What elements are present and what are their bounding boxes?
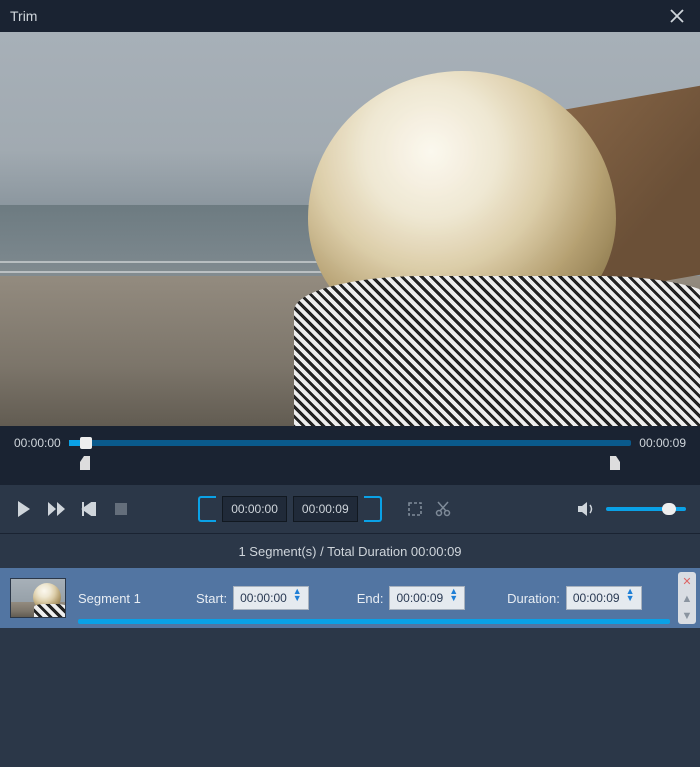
- segment-actions: ✕ ▲ ▼: [678, 572, 696, 624]
- fast-forward-icon[interactable]: [46, 498, 68, 520]
- duration-label: Duration:: [507, 591, 560, 606]
- seek-slider[interactable]: [69, 440, 632, 446]
- segment-range-bar[interactable]: [78, 619, 670, 624]
- stop-icon[interactable]: [110, 498, 132, 520]
- set-start-bracket-icon[interactable]: [198, 496, 216, 522]
- segments-empty-area: [0, 628, 700, 767]
- volume-handle[interactable]: [662, 503, 676, 515]
- chevron-down-icon[interactable]: ▼: [449, 598, 458, 605]
- time-current: 00:00:00: [14, 436, 61, 450]
- title-bar: Trim: [0, 0, 700, 32]
- volume-icon[interactable]: [576, 498, 598, 520]
- end-label: End:: [357, 591, 384, 606]
- chevron-down-icon[interactable]: ▼: [293, 598, 302, 605]
- controls-bar: 00:00:00 00:00:09: [0, 484, 700, 534]
- play-icon[interactable]: [14, 498, 36, 520]
- chevron-down-icon[interactable]: ▼: [626, 598, 635, 605]
- move-up-icon[interactable]: ▲: [682, 593, 693, 605]
- move-down-icon[interactable]: ▼: [682, 610, 693, 622]
- crop-icon[interactable]: [404, 498, 426, 520]
- split-scissors-icon[interactable]: [432, 498, 454, 520]
- set-end-bracket-icon[interactable]: [364, 496, 382, 522]
- timeline: 00:00:00 00:00:09: [0, 426, 700, 484]
- segment-row[interactable]: Segment 1 Start: 00:00:00 ▲▼ End: 00:00:…: [0, 568, 700, 628]
- video-preview[interactable]: [0, 32, 700, 426]
- bracket-start-time[interactable]: 00:00:00: [222, 496, 287, 522]
- start-label: Start:: [196, 591, 227, 606]
- close-icon[interactable]: [664, 5, 690, 27]
- window-title: Trim: [10, 8, 37, 24]
- bracket-end-time[interactable]: 00:00:09: [293, 496, 358, 522]
- next-frame-icon[interactable]: [78, 498, 100, 520]
- seek-handle[interactable]: [80, 437, 92, 449]
- segments-summary: 1 Segment(s) / Total Duration 00:00:09: [0, 534, 700, 568]
- duration-time-field[interactable]: 00:00:09 ▲▼: [566, 586, 642, 610]
- start-time-field[interactable]: 00:00:00 ▲▼: [233, 586, 309, 610]
- trim-end-handle[interactable]: [610, 456, 620, 470]
- trim-start-handle[interactable]: [80, 456, 90, 470]
- segment-thumbnail: [10, 578, 66, 618]
- time-total: 00:00:09: [639, 436, 686, 450]
- end-time-field[interactable]: 00:00:09 ▲▼: [389, 586, 465, 610]
- delete-segment-icon[interactable]: ✕: [682, 575, 691, 588]
- volume-slider[interactable]: [606, 507, 686, 511]
- segment-name: Segment 1: [78, 591, 154, 606]
